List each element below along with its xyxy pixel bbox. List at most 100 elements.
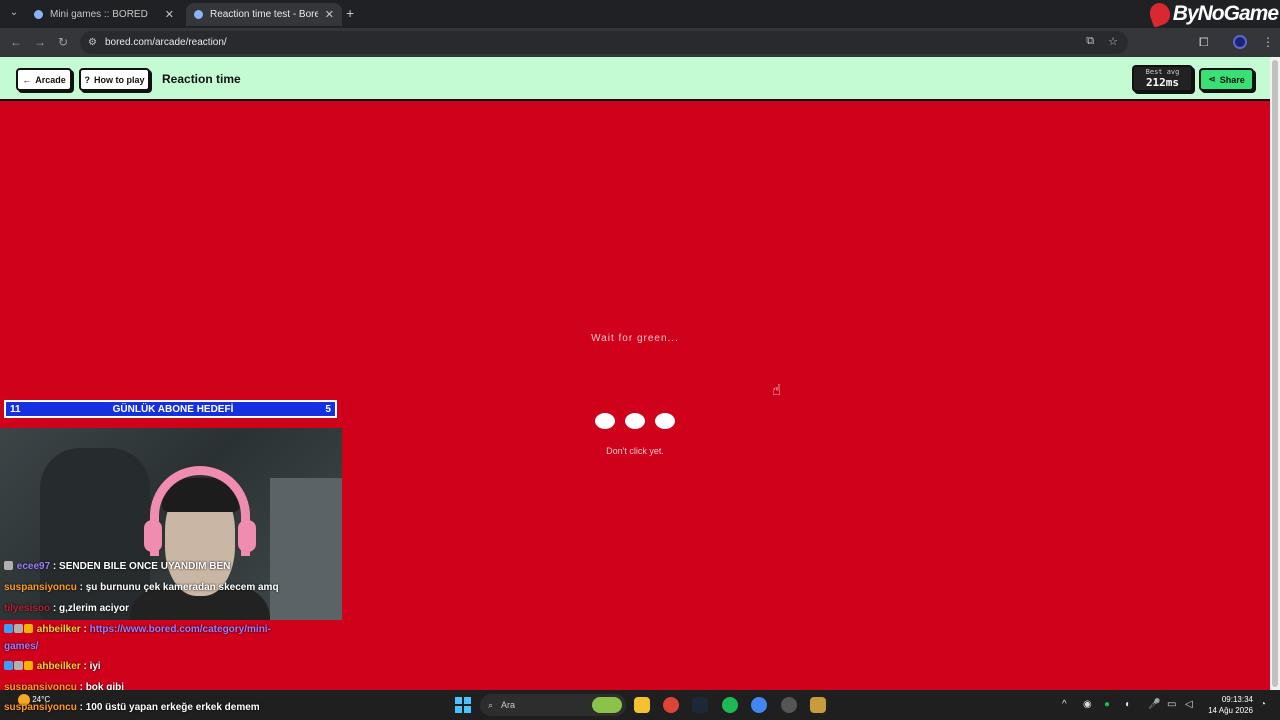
- steam-icon[interactable]: [692, 697, 708, 713]
- moderator-badge-icon: [4, 624, 13, 633]
- address-bar[interactable]: ⚙ bored.com/arcade/reaction/ ⧉ ☆: [80, 31, 1128, 54]
- chat-message: suspansiyoncu : 100 üstü yapan erkeğe er…: [4, 702, 260, 713]
- search-highlight-image: [592, 697, 622, 713]
- chat-username: suspansiyoncu: [4, 582, 77, 593]
- url-text: bored.com/arcade/reaction/: [104, 37, 227, 48]
- waiting-dots: [595, 413, 675, 429]
- tab-mini-games[interactable]: Mini games :: BORED ✕: [26, 3, 182, 26]
- chrome-menu-icon[interactable]: ⋮: [1262, 35, 1274, 49]
- search-placeholder: Ara: [501, 700, 516, 710]
- obs-icon[interactable]: [781, 697, 797, 713]
- chat-message: ahbeilker : iyi: [4, 661, 101, 672]
- site-info-icon[interactable]: ⚙: [88, 37, 97, 48]
- tab-title: Mini games :: BORED: [50, 9, 148, 20]
- search-icon: ⌕: [488, 699, 494, 710]
- arcade-back-button[interactable]: ← Arcade: [16, 68, 72, 91]
- chat-username: suspansiyoncu: [4, 702, 77, 713]
- best-avg-value: 212ms: [1145, 76, 1180, 89]
- arcade-label: Arcade: [35, 74, 66, 85]
- bored-favicon-icon: [194, 10, 203, 19]
- notification-bell-icon[interactable]: ◔: [1260, 698, 1266, 712]
- brand-name: ByNoGame: [1172, 2, 1279, 25]
- waiting-dot: [655, 413, 675, 429]
- chrome-profile-icon[interactable]: [751, 697, 767, 713]
- chat-username: ahbeilker: [36, 624, 81, 635]
- game-header: ← Arcade ? How to play Reaction time Bes…: [0, 57, 1270, 101]
- scrollbar-thumb[interactable]: [1272, 60, 1278, 687]
- clock-time: 09:13:34: [1221, 695, 1253, 704]
- stream-brand-logo: ByNoGame: [1146, 0, 1279, 28]
- chat-message-continued: games/: [4, 641, 38, 652]
- question-icon: ?: [84, 74, 90, 85]
- chat-message: ahbeilker : https://www.bored.com/catego…: [4, 624, 271, 635]
- install-app-icon[interactable]: ⧉: [1086, 35, 1094, 48]
- close-tab-icon[interactable]: ✕: [165, 8, 174, 21]
- share-button[interactable]: ⋖ Share: [1199, 68, 1254, 91]
- network-icon[interactable]: ▭: [1167, 698, 1176, 712]
- arrow-left-icon: ←: [22, 74, 32, 85]
- chat-username: ahbeilker: [36, 661, 81, 672]
- steam-tray-icon[interactable]: ◐: [1125, 698, 1131, 712]
- reaction-game-area[interactable]: ← Arcade ? How to play Reaction time Bes…: [0, 57, 1270, 690]
- chat-username: tilyesisoo: [4, 603, 51, 614]
- spotify-tray-icon[interactable]: ●: [1104, 698, 1110, 712]
- back-arrow-icon[interactable]: ←: [10, 34, 22, 50]
- volume-icon[interactable]: ◁: [1185, 698, 1193, 712]
- system-clock[interactable]: 09:13:34 14 Ağu 2026: [1203, 694, 1253, 716]
- forward-arrow-icon[interactable]: →: [34, 34, 46, 50]
- goal-label: GÜNLÜK ABONE HEDEFİ: [112, 403, 234, 415]
- new-tab-plus-icon[interactable]: +: [346, 5, 354, 21]
- chat-message: tilyesisoo : g,zlerim aciyor: [4, 603, 130, 614]
- share-label: Share: [1219, 74, 1245, 85]
- profile-avatar[interactable]: [1233, 35, 1247, 49]
- how-to-play-button[interactable]: ? How to play: [79, 68, 150, 91]
- microphone-icon[interactable]: 🎤: [1148, 698, 1160, 712]
- clock-date: 14 Ağu 2026: [1208, 706, 1253, 715]
- tab-search-icon[interactable]: ⌄: [6, 5, 22, 21]
- waiting-dot: [625, 413, 645, 429]
- hand-cursor-icon: ☝: [772, 382, 782, 399]
- bookmark-star-icon[interactable]: ☆: [1108, 35, 1118, 48]
- goal-target: 5: [325, 403, 331, 415]
- bored-favicon-icon: [34, 10, 43, 19]
- chat-text: 100 üstü yapan erkeğe erkek demem: [85, 702, 260, 713]
- chat-link[interactable]: games/: [4, 641, 38, 652]
- tab-reaction-time[interactable]: Reaction time test - Bored.com ✕: [186, 3, 342, 26]
- viewer-badge-icon: [4, 561, 13, 570]
- taskbar-search[interactable]: ⌕ Ara: [480, 694, 626, 716]
- how-to-play-label: How to play: [93, 74, 145, 85]
- game-title: Reaction time: [162, 72, 241, 86]
- tab-title: Reaction time test - Bored.com: [210, 9, 318, 20]
- moderator-badge-icon: [4, 661, 13, 670]
- tray-chevron-up-icon[interactable]: ^: [1062, 698, 1067, 712]
- subscriber-goal-bar: 11 GÜNLÜK ABONE HEDEFİ 5: [4, 400, 337, 418]
- crown-badge-icon: [24, 624, 33, 633]
- chat-username: ecee97: [16, 561, 51, 572]
- wait-for-green-text: Wait for green...: [591, 333, 679, 344]
- crown-badge-icon: [24, 661, 33, 670]
- chrome-icon[interactable]: [663, 697, 679, 713]
- reload-icon[interactable]: ↻: [58, 34, 68, 50]
- pink-headset: [150, 466, 250, 556]
- viewer-badge-icon: [14, 624, 23, 633]
- discord-tray-icon[interactable]: ◉: [1083, 698, 1092, 712]
- chat-link[interactable]: https://www.bored.com/category/mini-: [90, 624, 271, 635]
- chat-text: SENDEN BILE ONCE UYANDIM BEN: [59, 561, 231, 572]
- waiting-dot: [595, 413, 615, 429]
- viewer-badge-icon: [14, 661, 23, 670]
- file-explorer-icon[interactable]: [634, 697, 650, 713]
- league-client-icon[interactable]: [810, 697, 826, 713]
- goal-current: 11: [10, 403, 21, 415]
- best-average-badge: Best avg 212ms: [1132, 65, 1193, 92]
- close-tab-icon[interactable]: ✕: [325, 8, 334, 21]
- spotify-icon[interactable]: [722, 697, 738, 713]
- chat-message: ecee97 : SENDEN BILE ONCE UYANDIM BEN: [4, 561, 230, 572]
- cam-wall: [270, 478, 342, 620]
- chat-message: suspansiyoncu : şu burnunu çek kameradan…: [4, 582, 279, 593]
- brand-flame-icon: [1146, 0, 1173, 28]
- share-icon: ⋖: [1208, 74, 1216, 84]
- extensions-puzzle-icon[interactable]: ⧠: [1199, 35, 1209, 49]
- windows-start-icon[interactable]: [455, 697, 471, 713]
- browser-tab-strip: ⌄ Mini games :: BORED ✕ Reaction time te…: [0, 0, 1280, 28]
- chat-text: g,zlerim aciyor: [59, 603, 130, 614]
